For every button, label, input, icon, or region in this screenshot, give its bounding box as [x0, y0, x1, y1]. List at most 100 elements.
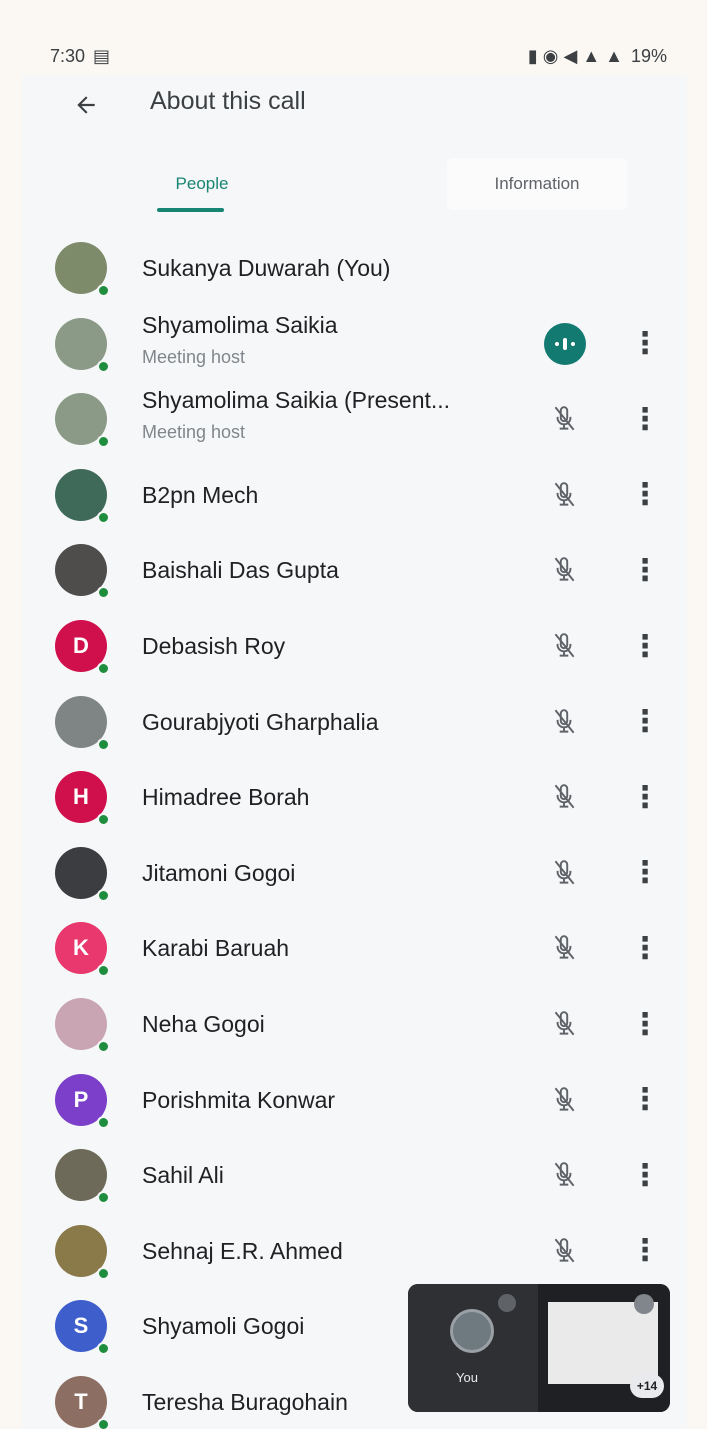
online-status-dot: [97, 1342, 110, 1356]
participant-name: Karabi Baruah: [142, 935, 290, 962]
participant-count-badge: +14: [630, 1374, 664, 1398]
participant-avatar: [55, 242, 110, 297]
participant-avatar: [55, 1149, 110, 1205]
more-options-icon[interactable]: ⋮: [630, 324, 660, 364]
participant-row[interactable]: D Debasish Roy ⋮: [22, 608, 687, 684]
more-options-icon[interactable]: ⋮: [630, 777, 660, 817]
mic-off-icon[interactable]: [544, 853, 584, 893]
online-status-dot: [97, 284, 110, 297]
online-status-dot: [97, 1115, 110, 1129]
participant-name: Shyamolima Saikia: [142, 311, 338, 338]
participant-name: Neha Gogoi: [142, 1011, 265, 1037]
more-options-icon[interactable]: ⋮: [630, 1080, 660, 1120]
participant-row[interactable]: Sehnaj E.R. Ahmed ⋮: [22, 1213, 687, 1289]
self-tile: You: [408, 1284, 538, 1412]
speaking-indicator-icon: [544, 322, 586, 365]
avatar-initial: K: [73, 935, 89, 961]
more-options-icon[interactable]: ⋮: [630, 702, 660, 742]
back-arrow-icon[interactable]: [66, 85, 106, 125]
presenter-avatar: [634, 1294, 654, 1314]
avatar-initial: T: [74, 1389, 88, 1414]
participant-row[interactable]: Shyamolima Saikia (Present... Meeting hos…: [22, 381, 687, 457]
participant-row[interactable]: H Himadree Borah ⋮: [22, 759, 687, 835]
online-status-dot: [97, 1266, 110, 1280]
participant-avatar: D: [55, 620, 110, 675]
participant-row[interactable]: Sahil Ali ⋮: [22, 1137, 687, 1213]
mic-off-icon[interactable]: [544, 1231, 584, 1271]
presentation-tile: +14: [538, 1284, 670, 1412]
avatar-initial: P: [73, 1086, 89, 1112]
mic-off-icon[interactable]: [544, 1155, 584, 1195]
status-bar: 7:30 ▤ ▮ ◉ ◀ ▲ ▲ 19%: [0, 0, 707, 80]
online-status-dot: [97, 510, 110, 524]
mic-off-icon[interactable]: [544, 777, 584, 817]
more-options-icon[interactable]: ⋮: [630, 399, 660, 439]
active-tab-indicator: [157, 208, 224, 212]
mic-off-icon[interactable]: [544, 1004, 584, 1044]
mic-off-icon[interactable]: [544, 626, 584, 666]
participant-row[interactable]: Sukanya Duwarah (You): [22, 230, 687, 306]
more-options-icon[interactable]: ⋮: [630, 853, 660, 893]
more-options-icon[interactable]: ⋮: [630, 1231, 660, 1271]
participant-row[interactable]: K Karabi Baruah ⋮: [22, 910, 687, 986]
online-status-dot: [97, 888, 110, 902]
participant-name: Sukanya Duwarah (You): [142, 255, 391, 281]
mic-off-icon[interactable]: [544, 550, 584, 590]
more-options-icon[interactable]: ⋮: [630, 475, 660, 515]
participant-row[interactable]: Neha Gogoi ⋮: [22, 986, 687, 1062]
participant-name: Himadree Borah: [142, 784, 310, 811]
participant-avatar: T: [55, 1376, 110, 1429]
participant-row[interactable]: Gourabjyoti Gharphalia ⋮: [22, 684, 687, 760]
participant-avatar: [55, 393, 110, 449]
tab-information[interactable]: Information: [447, 158, 627, 210]
status-time: 7:30: [50, 45, 86, 66]
participant-row[interactable]: Baishali Das Gupta ⋮: [22, 532, 687, 608]
more-options-icon[interactable]: ⋮: [630, 626, 660, 666]
participant-avatar: [55, 317, 110, 373]
online-status-dot: [97, 586, 110, 600]
participant-name: Baishali Das Gupta: [142, 557, 339, 584]
top-app-bar: About this call: [22, 75, 687, 135]
battery-level: 19%: [630, 45, 667, 66]
participant-name: Teresha Buragohain: [142, 1389, 348, 1415]
participant-row[interactable]: P Porishmita Konwar ⋮: [22, 1062, 687, 1138]
avatar-initial: S: [73, 1313, 89, 1339]
page-title: About this call: [150, 87, 306, 115]
participant-row[interactable]: B2pn Mech ⋮: [22, 457, 687, 533]
mic-off-icon[interactable]: [544, 702, 584, 742]
picture-in-picture-preview[interactable]: You +14: [408, 1284, 670, 1412]
participant-name: Porishmita Konwar: [142, 1086, 336, 1113]
more-options-icon[interactable]: ⋮: [630, 1004, 660, 1044]
signal-icons: ▮ ◉ ◀ ▲ ▲: [527, 45, 623, 66]
tab-bar: People Information: [22, 150, 687, 220]
mic-off-icon[interactable]: [544, 1080, 584, 1120]
participant-avatar: [55, 695, 110, 751]
participant-name: Shyamoli Gogoi: [142, 1313, 305, 1340]
participant-name: B2pn Mech: [142, 481, 259, 508]
participant-role: Meeting host: [142, 346, 246, 367]
mic-off-icon[interactable]: [544, 399, 584, 439]
participant-name: Jitamoni Gogoi: [142, 859, 296, 886]
participant-name: Debasish Roy: [142, 633, 286, 659]
tab-people[interactable]: People: [132, 158, 272, 210]
mic-off-icon[interactable]: [544, 928, 584, 968]
shared-screen: [548, 1302, 658, 1384]
self-avatar: [450, 1309, 494, 1353]
participant-name: Sehnaj E.R. Ahmed: [142, 1237, 343, 1264]
online-status-dot: [97, 359, 110, 373]
online-status-dot: [97, 813, 110, 827]
participant-role: Meeting host: [142, 422, 246, 443]
more-options-icon[interactable]: ⋮: [630, 550, 660, 590]
self-label: You: [456, 1370, 478, 1385]
online-status-dot: [97, 1040, 110, 1053]
mic-off-icon[interactable]: [544, 475, 584, 515]
participant-avatar: [55, 468, 110, 524]
online-status-dot: [97, 737, 110, 751]
participant-name: Gourabjyoti Gharphalia: [142, 708, 379, 735]
mic-off-icon: [498, 1294, 516, 1312]
avatar-initial: D: [73, 633, 89, 658]
participant-row[interactable]: Shyamolima Saikia Meeting host ⋮: [22, 306, 687, 382]
participant-row[interactable]: Jitamoni Gogoi ⋮: [22, 835, 687, 911]
more-options-icon[interactable]: ⋮: [630, 1155, 660, 1195]
more-options-icon[interactable]: ⋮: [630, 928, 660, 968]
